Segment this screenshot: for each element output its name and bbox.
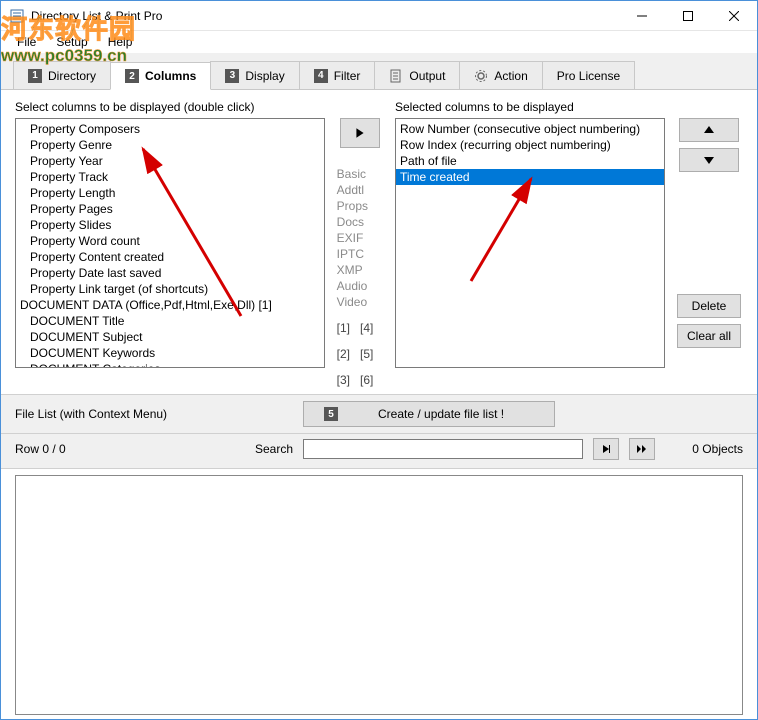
tab-pro-license[interactable]: Pro License (542, 61, 635, 89)
tab-filter[interactable]: 4 Filter (299, 61, 376, 89)
delete-button[interactable]: Delete (677, 294, 741, 318)
tab-label: Action (494, 69, 527, 83)
category-link-xmp[interactable]: XMP (337, 262, 384, 278)
search-last-button[interactable] (629, 438, 655, 460)
selected-column-item[interactable]: Path of file (396, 153, 664, 169)
tab-output[interactable]: Output (374, 61, 460, 89)
menu-setup[interactable]: Setup (46, 33, 97, 51)
selected-column-item[interactable]: Time created (396, 169, 664, 185)
menu-file[interactable]: File (7, 33, 46, 51)
search-next-button[interactable] (593, 438, 619, 460)
file-list-label: File List (with Context Menu) (15, 407, 295, 421)
gear-icon (474, 69, 488, 83)
available-column-item[interactable]: Property Genre (16, 137, 324, 153)
selected-columns-label: Selected columns to be displayed (395, 100, 665, 114)
tab-number-badge: 1 (28, 69, 42, 83)
tab-directory[interactable]: 1 Directory (13, 61, 111, 89)
available-columns-label: Select columns to be displayed (double c… (15, 100, 325, 114)
move-up-button[interactable] (679, 118, 739, 142)
available-column-item[interactable]: Property Link target (of shortcuts) (16, 281, 324, 297)
available-column-item[interactable]: Property Content created (16, 249, 324, 265)
close-button[interactable] (711, 1, 757, 30)
tab-bar: 1 Directory 2 Columns 3 Display 4 Filter Output A… (1, 53, 757, 90)
category-link-iptc[interactable]: IPTC (337, 246, 384, 262)
minimize-button[interactable] (619, 1, 665, 30)
index-pair[interactable]: [1][4] (337, 320, 384, 336)
tab-label: Pro License (557, 69, 620, 83)
clear-all-button[interactable]: Clear all (677, 324, 741, 348)
available-column-item[interactable]: DOCUMENT Keywords (16, 345, 324, 361)
selected-column-item[interactable]: Row Index (recurring object numbering) (396, 137, 664, 153)
create-update-button[interactable]: 5 Create / update file list ! (303, 401, 555, 427)
tab-label: Directory (48, 69, 96, 83)
document-icon (389, 69, 403, 83)
tab-action[interactable]: Action (459, 61, 542, 89)
maximize-button[interactable] (665, 1, 711, 30)
available-column-item[interactable]: DOCUMENT Subject (16, 329, 324, 345)
tab-columns[interactable]: 2 Columns (110, 62, 211, 90)
available-columns-list[interactable]: Property ComposersProperty GenreProperty… (15, 118, 325, 368)
window-title: Directory List & Print Pro (31, 9, 619, 23)
selected-column-item[interactable]: Row Number (consecutive object numbering… (396, 121, 664, 137)
available-column-item[interactable]: Property Length (16, 185, 324, 201)
object-count: 0 Objects (692, 442, 743, 456)
available-column-item[interactable]: Property Composers (16, 121, 324, 137)
category-link-exif[interactable]: EXIF (337, 230, 384, 246)
row-counter: Row 0 / 0 (15, 442, 245, 456)
step-5-badge: 5 (324, 407, 338, 421)
index-pair[interactable]: [3][6] (337, 372, 384, 388)
category-link-basic[interactable]: Basic (337, 166, 384, 182)
tab-number-badge: 3 (225, 69, 239, 83)
tab-number-badge: 4 (314, 69, 328, 83)
tab-label: Output (409, 69, 445, 83)
search-input[interactable] (303, 439, 583, 459)
category-shortcuts: BasicAddtlPropsDocsEXIFIPTCXMPAudioVideo… (337, 166, 384, 388)
selected-columns-list[interactable]: Row Number (consecutive object numbering… (395, 118, 665, 368)
tab-label: Display (245, 69, 284, 83)
category-link-addtl[interactable]: Addtl (337, 182, 384, 198)
available-column-item[interactable]: Property Year (16, 153, 324, 169)
available-column-item[interactable]: Property Track (16, 169, 324, 185)
menu-help[interactable]: Help (98, 33, 143, 51)
move-right-button[interactable] (340, 118, 380, 148)
category-link-audio[interactable]: Audio (337, 278, 384, 294)
category-link-video[interactable]: Video (337, 294, 384, 310)
tab-label: Columns (145, 69, 196, 83)
available-column-item[interactable]: Property Word count (16, 233, 324, 249)
available-column-item[interactable]: DOCUMENT DATA (Office,Pdf,Html,Exe,Dll) … (16, 297, 324, 313)
available-column-item[interactable]: Property Date last saved (16, 265, 324, 281)
available-column-item[interactable]: Property Slides (16, 217, 324, 233)
category-link-props[interactable]: Props (337, 198, 384, 214)
search-label: Search (255, 442, 293, 456)
category-link-docs[interactable]: Docs (337, 214, 384, 230)
app-icon (9, 8, 25, 24)
index-pair[interactable]: [2][5] (337, 346, 384, 362)
create-update-label: Create / update file list ! (378, 407, 504, 421)
tab-label: Filter (334, 69, 361, 83)
tab-number-badge: 2 (125, 69, 139, 83)
available-column-item[interactable]: Property Pages (16, 201, 324, 217)
file-list-area[interactable] (15, 475, 743, 715)
available-column-item[interactable]: DOCUMENT Categories (16, 361, 324, 367)
move-down-button[interactable] (679, 148, 739, 172)
tab-display[interactable]: 3 Display (210, 61, 299, 89)
available-column-item[interactable]: DOCUMENT Title (16, 313, 324, 329)
